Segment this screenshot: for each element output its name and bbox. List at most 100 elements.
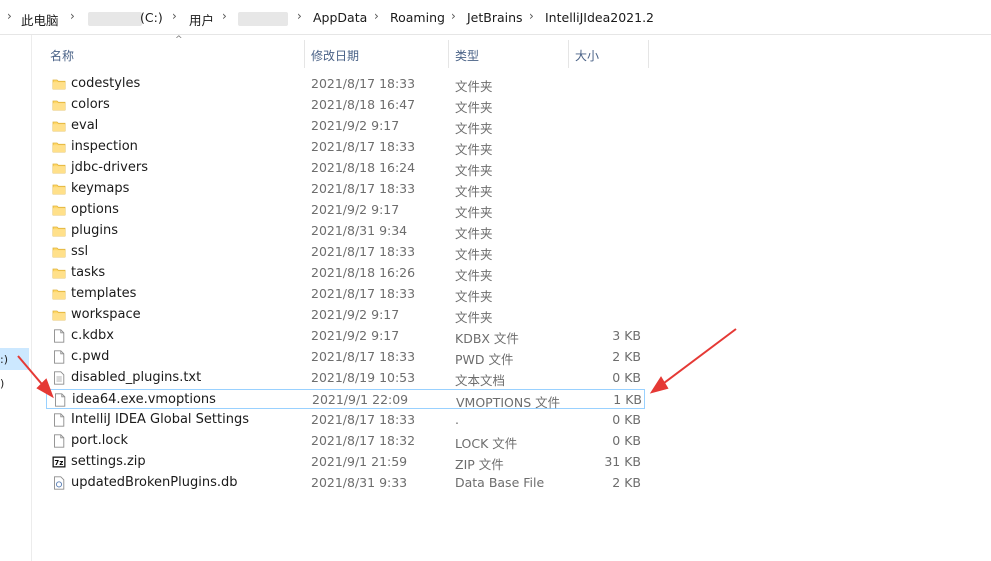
chevron-right-icon[interactable]: ›	[172, 9, 177, 23]
db-file-icon	[52, 476, 66, 490]
file-date-modified: 2021/8/18 16:47	[311, 97, 416, 112]
file-date-modified: 2021/9/1 21:59	[311, 454, 408, 469]
file-name: settings.zip	[71, 454, 146, 469]
file-row[interactable]: port.lock 2021/8/17 18:32 LOCK 文件 0 KB	[46, 431, 645, 451]
file-row[interactable]: plugins 2021/8/31 9:34 文件夹	[46, 221, 645, 241]
file-name: jdbc-drivers	[71, 160, 148, 175]
column-header-type[interactable]: 类型	[455, 47, 479, 64]
file-size: 3 KB	[612, 328, 641, 343]
sort-ascending-icon: ^	[175, 35, 183, 45]
breadcrumb: › 此电脑 › (C:) › 用户 › › AppData › Roaming …	[0, 0, 991, 35]
file-row[interactable]: ssl 2021/8/17 18:33 文件夹	[46, 242, 645, 262]
file-type: 文件夹	[455, 247, 493, 262]
file-row[interactable]: keymaps 2021/8/17 18:33 文件夹	[46, 179, 645, 199]
chevron-right-icon[interactable]: ›	[451, 9, 456, 23]
file-row[interactable]: c.kdbx 2021/9/2 9:17 KDBX 文件 3 KB	[46, 326, 645, 346]
file-date-modified: 2021/8/18 16:24	[311, 160, 416, 175]
column-divider[interactable]	[304, 40, 305, 68]
file-name: templates	[71, 286, 137, 301]
file-row[interactable]: colors 2021/8/18 16:47 文件夹	[46, 95, 645, 115]
navigation-pane[interactable]: :) )	[0, 35, 32, 561]
file-type: 文件夹	[455, 121, 493, 136]
file-row[interactable]: c.pwd 2021/8/17 18:33 PWD 文件 2 KB	[46, 347, 645, 367]
column-divider[interactable]	[568, 40, 569, 68]
file-type: 文件夹	[455, 184, 493, 199]
folder-icon	[52, 119, 66, 133]
folder-icon	[52, 203, 66, 217]
breadcrumb-drive[interactable]: (C:)	[140, 10, 163, 25]
file-date-modified: 2021/9/2 9:17	[311, 118, 400, 133]
file-name: disabled_plugins.txt	[71, 370, 202, 385]
chevron-right-icon[interactable]: ›	[529, 9, 534, 23]
chevron-right-icon[interactable]: ›	[222, 9, 227, 23]
file-date-modified: 2021/8/17 18:32	[311, 433, 416, 448]
file-date-modified: 2021/8/31 9:33	[311, 475, 408, 490]
file-row[interactable]: eval 2021/9/2 9:17 文件夹	[46, 116, 645, 136]
file-name: idea64.exe.vmoptions	[72, 392, 216, 407]
file-row[interactable]: templates 2021/8/17 18:33 文件夹	[46, 284, 645, 304]
file-type: 文件夹	[455, 79, 493, 94]
breadcrumb-appdata[interactable]: AppData	[313, 10, 367, 25]
folder-icon	[52, 245, 66, 259]
nav-item-label[interactable]: :)	[0, 353, 8, 366]
file-row[interactable]: 7z settings.zip 2021/9/1 21:59 ZIP 文件 31 KB	[46, 452, 645, 472]
file-size: 31 KB	[604, 454, 641, 469]
chevron-right-icon[interactable]: ›	[7, 9, 12, 23]
column-header-name[interactable]: 名称	[50, 47, 74, 64]
folder-icon	[52, 161, 66, 175]
column-divider[interactable]	[648, 40, 649, 68]
file-row[interactable]: tasks 2021/8/18 16:26 文件夹	[46, 263, 645, 283]
folder-icon	[52, 140, 66, 154]
file-type: VMOPTIONS 文件	[456, 395, 561, 410]
file-date-modified: 2021/9/2 9:17	[311, 202, 400, 217]
file-name: c.pwd	[71, 349, 110, 364]
file-row[interactable]: idea64.exe.vmoptions 2021/9/1 22:09 VMOPTI…	[46, 389, 645, 410]
file-date-modified: 2021/8/17 18:33	[311, 286, 416, 301]
file-row[interactable]: IntelliJ IDEA Global Settings 2021/8/17 1…	[46, 410, 645, 430]
file-type: ZIP 文件	[455, 457, 504, 472]
file-type: 文件夹	[455, 142, 493, 157]
file-row[interactable]: options 2021/9/2 9:17 文件夹	[46, 200, 645, 220]
file-row[interactable]: jdbc-drivers 2021/8/18 16:24 文件夹	[46, 158, 645, 178]
file-name: plugins	[71, 223, 118, 238]
chevron-right-icon[interactable]: ›	[374, 9, 379, 23]
breadcrumb-users[interactable]: 用户	[189, 10, 214, 29]
chevron-right-icon[interactable]: ›	[70, 9, 75, 23]
file-row[interactable]: workspace 2021/9/2 9:17 文件夹	[46, 305, 645, 325]
file-icon	[52, 329, 66, 343]
file-type: 文件夹	[455, 310, 493, 325]
file-date-modified: 2021/9/2 9:17	[311, 328, 400, 343]
file-row[interactable]: inspection 2021/8/17 18:33 文件夹	[46, 137, 645, 157]
file-name: eval	[71, 118, 99, 133]
file-type: Data Base File	[455, 475, 545, 490]
file-type: PWD 文件	[455, 352, 514, 367]
breadcrumb-jetbrains[interactable]: JetBrains	[467, 10, 523, 25]
file-size: 0 KB	[612, 433, 641, 448]
chevron-right-icon[interactable]: ›	[297, 9, 302, 23]
annotation-arrow-right	[649, 328, 737, 394]
folder-icon	[52, 77, 66, 91]
file-name: updatedBrokenPlugins.db	[71, 475, 238, 490]
file-size: 2 KB	[612, 475, 641, 490]
column-header-date[interactable]: 修改日期	[311, 47, 359, 64]
folder-icon	[52, 224, 66, 238]
file-name: tasks	[71, 265, 106, 280]
breadcrumb-this-pc[interactable]: 此电脑	[21, 10, 59, 29]
file-type: 文件夹	[455, 268, 493, 283]
column-divider[interactable]	[448, 40, 449, 68]
file-date-modified: 2021/8/19 10:53	[311, 370, 416, 385]
file-row[interactable]: codestyles 2021/8/17 18:33 文件夹	[46, 74, 645, 94]
file-row[interactable]: updatedBrokenPlugins.db 2021/8/31 9:33 Dat…	[46, 473, 645, 493]
column-header-size[interactable]: 大小	[575, 47, 599, 64]
file-date-modified: 2021/8/17 18:33	[311, 349, 416, 364]
breadcrumb-roaming[interactable]: Roaming	[390, 10, 445, 25]
file-size: 1 KB	[613, 392, 642, 407]
nav-item-label[interactable]: )	[0, 377, 4, 390]
folder-icon	[52, 308, 66, 322]
file-type: 文件夹	[455, 289, 493, 304]
breadcrumb-current-folder[interactable]: IntelliJIdea2021.2	[545, 10, 654, 25]
folder-icon	[52, 98, 66, 112]
file-type: LOCK 文件	[455, 436, 518, 451]
file-name: ssl	[71, 244, 89, 259]
file-row[interactable]: disabled_plugins.txt 2021/8/19 10:53 文本文档 0…	[46, 368, 645, 388]
